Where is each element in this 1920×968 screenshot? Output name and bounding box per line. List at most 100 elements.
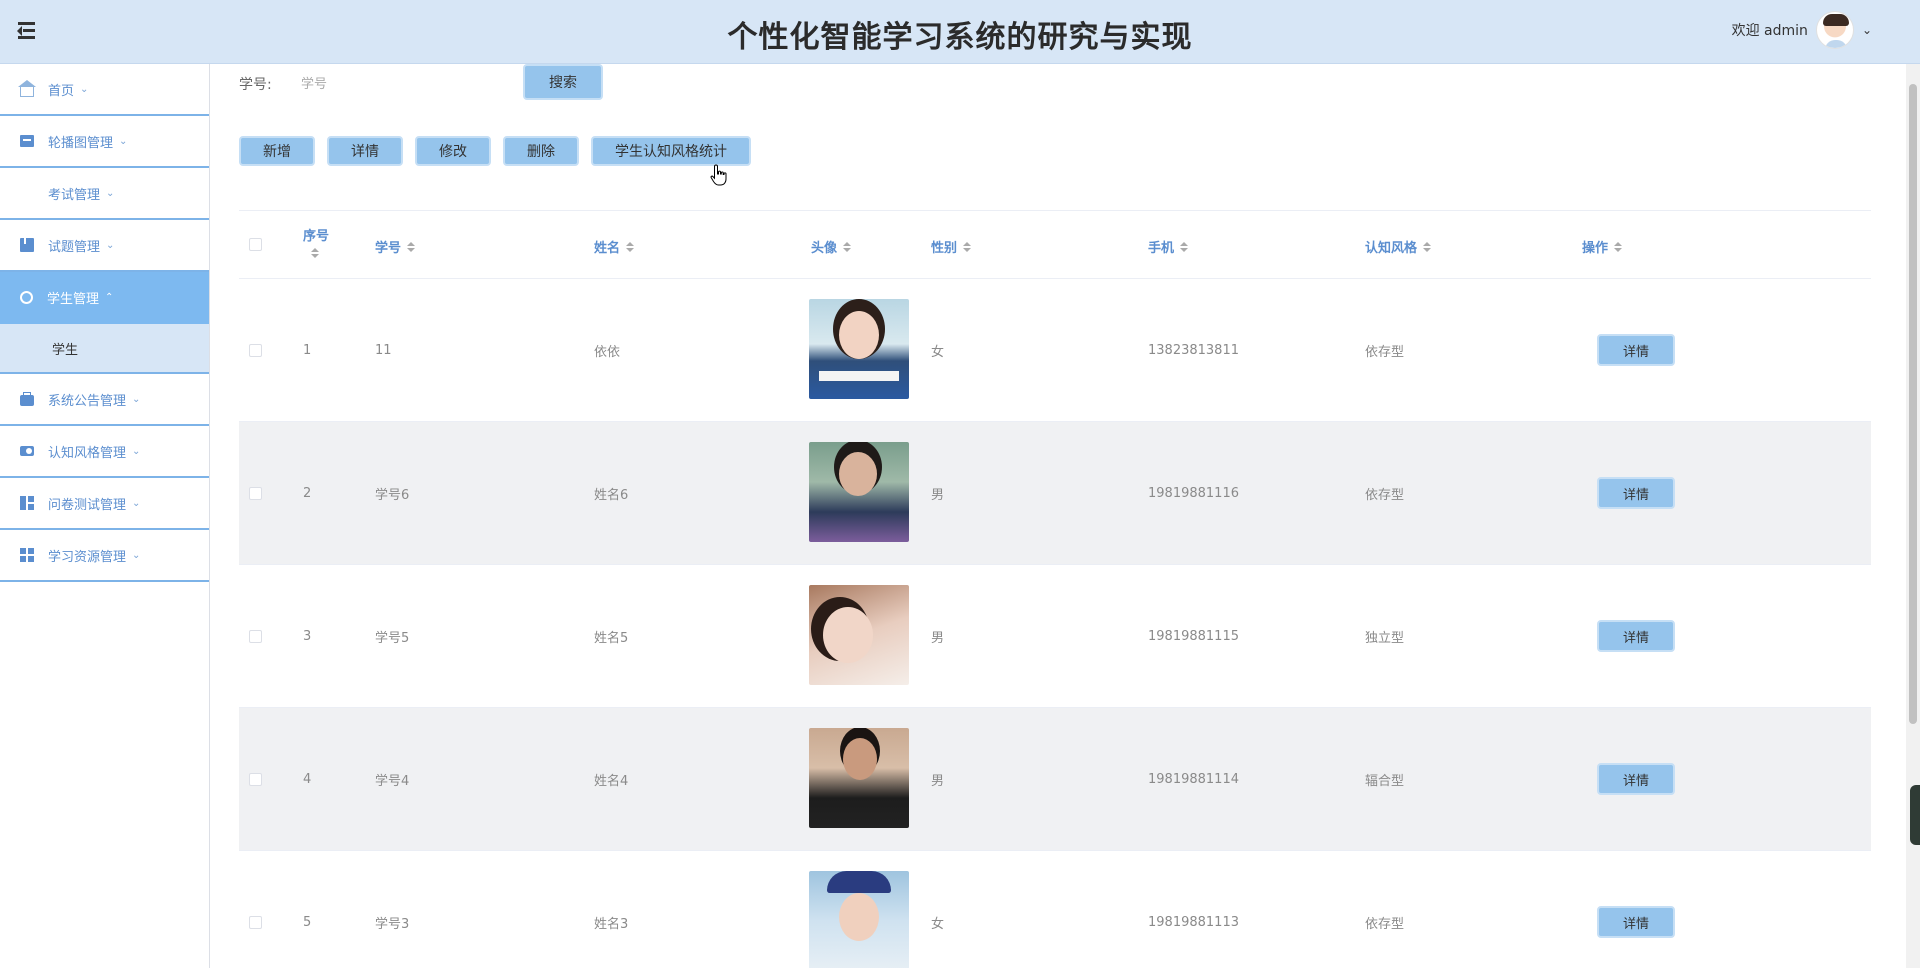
student-photo[interactable] — [809, 585, 909, 685]
row-detail-button[interactable]: 详情 — [1597, 334, 1675, 366]
row-detail-button[interactable]: 详情 — [1597, 763, 1675, 795]
column-avatar[interactable]: 头像 — [811, 237, 852, 256]
sidebar-item-label: 认知风格管理 — [48, 445, 127, 461]
sidebar-subitem-student[interactable]: 学生 — [0, 324, 209, 374]
row-detail-button[interactable]: 详情 — [1597, 477, 1675, 509]
sort-icon[interactable] — [407, 241, 416, 252]
column-student-id[interactable]: 学号 — [375, 237, 416, 256]
sidebar-item-students[interactable]: 学生管理 ⌃ — [0, 272, 209, 324]
stats-button[interactable]: 学生认知风格统计 — [591, 136, 751, 166]
cell-phone: 19819881115 — [1148, 629, 1239, 644]
table-row[interactable]: 5 学号3 姓名3 女 19819881113 依存型 详情 — [239, 851, 1871, 968]
sidebar-item-announcements[interactable]: 系统公告管理 ⌄ — [0, 374, 209, 426]
column-label: 手机 — [1148, 241, 1175, 256]
table-row[interactable]: 3 学号5 姓名5 男 19819881115 独立型 详情 — [239, 565, 1871, 708]
column-gender[interactable]: 性别 — [931, 237, 972, 256]
sidebar-item-label: 试题管理 — [48, 239, 101, 255]
chevron-down-icon: ⌄ — [132, 497, 141, 509]
home-icon — [18, 80, 36, 97]
row-checkbox[interactable] — [249, 344, 262, 357]
sort-icon[interactable] — [626, 241, 635, 252]
cell-gender: 女 — [931, 917, 945, 932]
cell-name: 姓名6 — [594, 488, 629, 503]
hand-cursor-icon — [710, 164, 727, 186]
column-label: 头像 — [811, 241, 838, 256]
sidebar-item-home[interactable]: 首页 ⌄ — [0, 64, 209, 116]
cell-name: 姓名4 — [594, 774, 629, 789]
chevron-down-icon: ⌄ — [132, 393, 141, 405]
sort-icon[interactable] — [1423, 241, 1432, 252]
cell-index: 2 — [303, 486, 312, 501]
chevron-down-icon[interactable]: ⌄ — [1862, 23, 1872, 37]
table-row[interactable]: 1 11 依依 女 13823813811 依存型 详情 — [239, 279, 1871, 422]
sidebar-item-questionnaire[interactable]: 问卷测试管理 ⌄ — [0, 478, 209, 530]
cell-phone: 19819881116 — [1148, 486, 1239, 501]
chevron-down-icon: ⌄ — [132, 549, 141, 561]
student-photo[interactable] — [809, 442, 909, 542]
detail-button[interactable]: 详情 — [327, 136, 403, 166]
row-detail-button[interactable]: 详情 — [1597, 620, 1675, 652]
user-menu[interactable]: 欢迎 admin ⌄ — [1732, 10, 1872, 50]
column-label: 认知风格 — [1365, 241, 1418, 256]
column-label: 学号 — [375, 241, 402, 256]
column-label: 序号 — [303, 229, 330, 244]
chevron-up-icon: ⌃ — [105, 291, 114, 303]
action-toolbar: 新增 详情 修改 删除 学生认知风格统计 — [239, 136, 751, 166]
sidebar-item-resources[interactable]: 学习资源管理 ⌄ — [0, 530, 209, 582]
student-photo[interactable] — [809, 299, 909, 399]
cell-index: 4 — [303, 772, 312, 787]
row-checkbox[interactable] — [249, 487, 262, 500]
cell-student-id: 学号4 — [375, 774, 410, 789]
cell-student-id: 学号6 — [375, 488, 410, 503]
user-avatar[interactable] — [1815, 11, 1854, 49]
cell-cognitive-style: 依存型 — [1365, 488, 1405, 503]
sort-icon[interactable] — [1614, 241, 1623, 252]
cell-name: 依依 — [594, 345, 621, 360]
sidebar-item-exam[interactable]: 考试管理 ⌄ — [0, 168, 209, 220]
cell-phone: 19819881113 — [1148, 915, 1239, 930]
row-checkbox[interactable] — [249, 630, 262, 643]
cell-phone: 13823813811 — [1148, 343, 1239, 358]
cell-student-id: 学号5 — [375, 631, 410, 646]
cell-cognitive-style: 独立型 — [1365, 631, 1405, 646]
table-row[interactable]: 2 学号6 姓名6 男 19819881116 依存型 详情 — [239, 422, 1871, 565]
select-all-checkbox[interactable] — [249, 238, 262, 251]
row-checkbox[interactable] — [249, 916, 262, 929]
search-input[interactable] — [289, 69, 489, 99]
student-photo[interactable] — [809, 871, 909, 968]
delete-button[interactable]: 删除 — [503, 136, 579, 166]
sort-icon[interactable] — [843, 241, 852, 252]
column-label: 性别 — [931, 241, 958, 256]
search-button[interactable]: 搜索 — [523, 64, 603, 100]
sidebar-item-label: 学生管理 — [47, 291, 100, 307]
search-label: 学号: — [239, 77, 272, 93]
column-index[interactable]: 序号 — [303, 225, 329, 258]
sidebar-item-questions[interactable]: 试题管理 ⌄ — [0, 220, 209, 272]
row-checkbox[interactable] — [249, 773, 262, 786]
sort-icon[interactable] — [963, 241, 972, 252]
student-photo[interactable] — [809, 728, 909, 828]
table-row[interactable]: 4 学号4 姓名4 男 19819881114 辐合型 详情 — [239, 708, 1871, 851]
sidebar-item-carousel[interactable]: 轮播图管理 ⌄ — [0, 116, 209, 168]
sidebar-item-label: 首页 — [48, 83, 75, 99]
toggle-icon — [20, 446, 34, 456]
column-cognitive-style[interactable]: 认知风格 — [1365, 237, 1432, 256]
column-phone[interactable]: 手机 — [1148, 237, 1189, 256]
sort-icon[interactable] — [1180, 241, 1189, 252]
column-actions[interactable]: 操作 — [1582, 237, 1623, 256]
add-button[interactable]: 新增 — [239, 136, 315, 166]
student-table: 序号 学号 姓名 头像 性别 手机 认知风格 操作 1 11 依依 女 1382… — [239, 210, 1871, 968]
column-name[interactable]: 姓名 — [594, 237, 635, 256]
scroll-thumb[interactable] — [1909, 84, 1917, 724]
badge-icon — [20, 290, 33, 304]
side-widget-handle[interactable] — [1910, 785, 1920, 845]
cell-student-id: 11 — [375, 343, 392, 358]
sort-icon[interactable] — [311, 248, 319, 258]
edit-button[interactable]: 修改 — [415, 136, 491, 166]
chevron-down-icon: ⌄ — [119, 135, 128, 147]
cell-gender: 男 — [931, 774, 945, 789]
row-detail-button[interactable]: 详情 — [1597, 906, 1675, 938]
cell-cognitive-style: 依存型 — [1365, 917, 1405, 932]
sidebar-item-cognitive-style[interactable]: 认知风格管理 ⌄ — [0, 426, 209, 478]
cell-gender: 男 — [931, 631, 945, 646]
